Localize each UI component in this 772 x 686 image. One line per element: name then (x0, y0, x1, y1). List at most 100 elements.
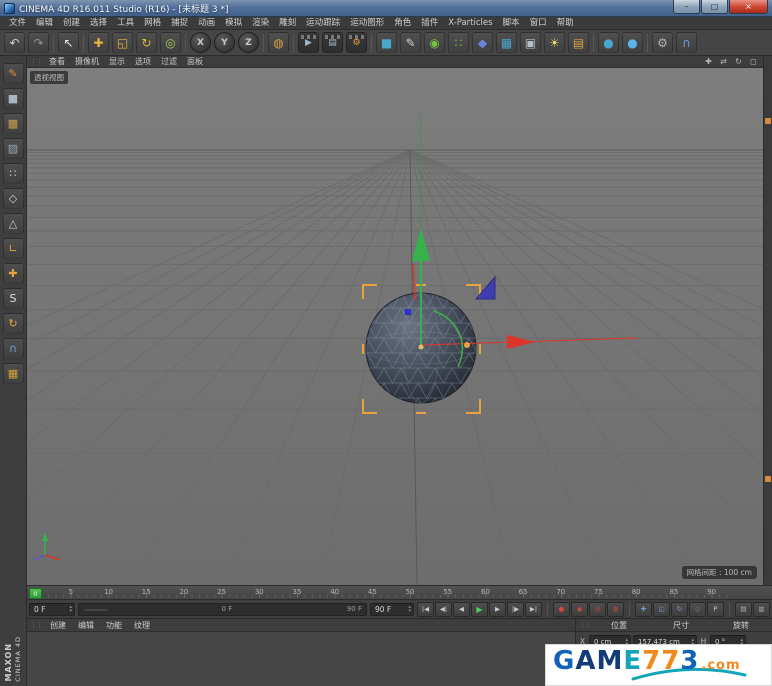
viewport-menu-item[interactable]: 摄像机 (70, 56, 104, 68)
scale-keys-toggle[interactable]: ◱ (653, 601, 670, 617)
rotation-keys-toggle[interactable]: ↻ (671, 601, 688, 617)
viewport-menu-item[interactable]: 面板 (182, 56, 208, 68)
menu-item[interactable]: X-Particles (443, 17, 497, 30)
autokey-button[interactable]: ◉ (571, 601, 588, 617)
prev-key-button[interactable]: ◀| (435, 601, 452, 617)
zoom-view-icon[interactable]: ⇄ (717, 56, 730, 67)
minimize-button[interactable]: – (673, 0, 700, 14)
last-used-tool[interactable]: ◎ (160, 32, 181, 53)
viewport-menu-item[interactable]: 选项 (130, 56, 156, 68)
model-mode-button[interactable]: ■ (2, 88, 24, 109)
add-floor-button[interactable]: ▦ (496, 32, 517, 53)
menu-item[interactable]: 渲染 (247, 17, 274, 30)
field-spinner[interactable]: ▴▾ (69, 605, 72, 614)
object-axis-button[interactable]: ✚ (2, 263, 24, 284)
fcurve-panel-button[interactable]: ▥ (753, 601, 770, 617)
current-frame-marker[interactable]: 0 (29, 588, 42, 599)
menu-item[interactable]: 雕刻 (274, 17, 301, 30)
add-array-button[interactable]: ∷ (448, 32, 469, 53)
timeline-range-slider[interactable]: 0 F 90 F (78, 602, 367, 616)
panel-grip-icon[interactable]: ⋮⋮ (30, 619, 43, 631)
move-tool[interactable]: ✚ (88, 32, 109, 53)
close-button[interactable]: × (729, 0, 768, 14)
quantize-toggle-button[interactable]: ↻ (2, 313, 24, 334)
right-strip-icon[interactable] (765, 118, 771, 124)
make-editable-button[interactable]: ✎ (2, 63, 24, 84)
spinner-down-icon[interactable]: ▾ (408, 609, 411, 614)
x-band-handle[interactable] (464, 342, 470, 348)
z-axis-handle[interactable] (405, 309, 411, 315)
viewport-menu-item[interactable]: 过滤 (156, 56, 182, 68)
add-cube-button[interactable]: ■ (376, 32, 397, 53)
material-list[interactable] (27, 632, 575, 686)
gizmo-origin[interactable] (418, 344, 424, 350)
end-frame-field[interactable]: 90 F ▴ ▾ (370, 602, 414, 616)
timeline-ruler[interactable]: 5 10 15 20 25 30 35 40 45 50 55 60 65 70 75 80 85 90 0 (27, 585, 772, 600)
magnet-snap-button[interactable]: ∩ (2, 338, 24, 359)
menu-item[interactable]: 模拟 (220, 17, 247, 30)
menu-item[interactable]: 创建 (58, 17, 85, 30)
menu-item[interactable]: 编辑 (31, 17, 58, 30)
position-keys-toggle[interactable]: ✚ (635, 601, 652, 617)
menu-item[interactable]: 捕捉 (166, 17, 193, 30)
axis-mode-button[interactable]: ∟ (2, 238, 24, 259)
pan-view-icon[interactable]: ✚ (702, 56, 715, 67)
menu-item[interactable]: 选择 (85, 17, 112, 30)
render-view-button[interactable]: ▶ (298, 32, 319, 53)
add-physical-sky-button[interactable]: ● (622, 32, 643, 53)
material-menu-item[interactable]: 创建 (44, 619, 72, 632)
viewport-3d-scene[interactable] (27, 68, 763, 585)
scale-tool[interactable]: ◱ (112, 32, 133, 53)
play-button[interactable]: ▶ (471, 601, 488, 617)
material-menu-item[interactable]: 纹理 (128, 619, 156, 632)
record-selection-button[interactable]: ◎ (589, 601, 606, 617)
add-subdivision-surface-button[interactable]: ◉ (424, 32, 445, 53)
snap-toggle-button[interactable]: S (2, 288, 24, 309)
snap-magnet-button[interactable]: ∩ (676, 32, 697, 53)
lock-x-axis-button[interactable]: X (190, 32, 211, 53)
add-sky-button[interactable]: ● (598, 32, 619, 53)
menu-item[interactable]: 运动跟踪 (301, 17, 345, 30)
rotate-view-icon[interactable]: ↻ (732, 56, 745, 67)
points-mode-button[interactable]: ∷ (2, 163, 24, 184)
live-selection-tool[interactable]: ↖ (58, 32, 79, 53)
rotate-tool[interactable]: ↻ (136, 32, 157, 53)
timeline-panel-button[interactable]: ▤ (735, 601, 752, 617)
add-deformer-button[interactable]: ◆ (472, 32, 493, 53)
goto-start-button[interactable]: |◀ (417, 601, 434, 617)
menu-item[interactable]: 动画 (193, 17, 220, 30)
panel-grip-icon[interactable]: ⋮⋮ (30, 56, 43, 68)
spinner-down-icon[interactable]: ▾ (69, 609, 72, 614)
workplane-snap-button[interactable]: ▦ (2, 363, 24, 384)
undo-button[interactable]: ↶ (4, 32, 25, 53)
coordinate-system-button[interactable]: ◍ (268, 32, 289, 53)
texture-mode-button[interactable]: ▩ (2, 113, 24, 134)
add-camera-button[interactable]: ▣ (520, 32, 541, 53)
right-panel-strip[interactable] (763, 56, 772, 585)
menu-item[interactable]: 帮助 (552, 17, 579, 30)
material-menu-item[interactable]: 功能 (100, 619, 128, 632)
viewport-canvas[interactable]: 透视视图 网格间距 : 100 cm (27, 68, 763, 585)
timeline-slider-thumb[interactable] (84, 609, 108, 611)
material-menu-item[interactable]: 编辑 (72, 619, 100, 632)
workplane-mode-button[interactable]: ▨ (2, 138, 24, 159)
prev-frame-button[interactable]: ◀ (453, 601, 470, 617)
viewport-menu-item[interactable]: 显示 (104, 56, 130, 68)
goto-end-button[interactable]: ▶| (525, 601, 542, 617)
menu-item[interactable]: 网格 (139, 17, 166, 30)
field-spinner[interactable]: ▴▾ (408, 605, 411, 614)
pla-keys-toggle[interactable]: P (707, 601, 724, 617)
render-picture-viewer-button[interactable]: ▤ (322, 32, 343, 53)
menu-item[interactable]: 角色 (389, 17, 416, 30)
current-frame-field[interactable]: 0 F ▴ ▾ (29, 602, 75, 616)
right-strip-icon[interactable] (765, 476, 771, 482)
parameter-keys-toggle[interactable]: ◇ (689, 601, 706, 617)
maximize-button[interactable]: □ (701, 0, 728, 14)
next-frame-button[interactable]: ▶ (489, 601, 506, 617)
keyframe-presets-button[interactable]: ◍ (607, 601, 624, 617)
redo-button[interactable]: ↷ (28, 32, 49, 53)
menu-item[interactable]: 插件 (416, 17, 443, 30)
toggle-view-icon[interactable]: ◻ (747, 56, 760, 67)
viewport-menu-item[interactable]: 查看 (44, 56, 70, 68)
lock-z-axis-button[interactable]: Z (238, 32, 259, 53)
